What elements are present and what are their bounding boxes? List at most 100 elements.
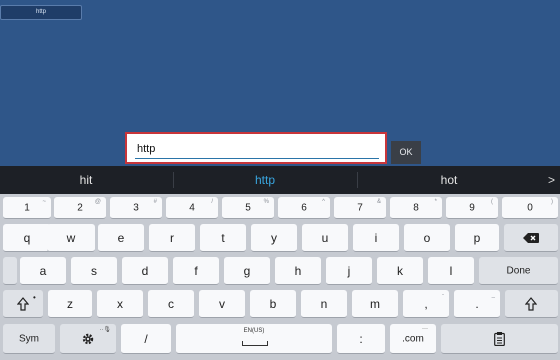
dotcom-key[interactable]: .com ···	[390, 324, 436, 354]
key-g[interactable]: g	[224, 257, 270, 285]
key-2[interactable]: 2 @	[54, 197, 106, 219]
key-e[interactable]: e	[98, 224, 144, 252]
key-label: k	[397, 263, 403, 278]
key-sublabel: &	[376, 199, 381, 205]
key-1[interactable]: 1 ~	[3, 197, 51, 219]
slash-key[interactable]: /	[121, 324, 171, 354]
key-sublabel: ~	[42, 199, 46, 205]
done-button[interactable]: Done	[479, 257, 558, 285]
key-u[interactable]: u	[302, 224, 348, 252]
key-label: q	[23, 230, 31, 245]
key-label: s	[91, 263, 97, 278]
space-locale-label: EN(US)	[243, 328, 265, 334]
key-6[interactable]: 6 ^	[278, 197, 330, 219]
key-sublabel: -	[442, 292, 444, 298]
key-7[interactable]: 7 &	[334, 197, 386, 219]
suggestion-item[interactable]: hit	[0, 166, 172, 194]
key-w[interactable]: w	[47, 224, 95, 252]
key-r[interactable]: r	[149, 224, 195, 252]
key-c[interactable]: c	[148, 290, 194, 318]
shift-key-right[interactable]	[505, 290, 558, 318]
key-i[interactable]: i	[353, 224, 399, 252]
key-f[interactable]: f	[173, 257, 219, 285]
key-sublabel: ^	[322, 199, 325, 205]
key-label: 0	[527, 202, 533, 213]
key-0[interactable]: 0 )	[502, 197, 558, 219]
clipboard-key[interactable]	[441, 324, 558, 354]
settings-key[interactable]: ··🎙	[60, 324, 116, 354]
backspace-icon	[523, 233, 539, 243]
key-label: h	[294, 263, 302, 278]
suggestion-more-icon[interactable]: >	[548, 166, 555, 194]
key-v[interactable]: v	[199, 290, 245, 318]
backspace-key[interactable]	[504, 224, 558, 252]
virtual-keyboard: 1 ~ 2 @ 3 # 4 / 5 % 6 ^ 7 & 8 * 9 ( 0 ) …	[0, 194, 560, 360]
key-comma[interactable]: , -	[403, 290, 449, 318]
suggestion-item-active[interactable]: http	[174, 166, 356, 194]
key-label: 4	[189, 202, 195, 213]
key-s[interactable]: s	[71, 257, 117, 285]
shift-key-left[interactable]: •	[3, 290, 43, 318]
sym-key[interactable]: Sym	[3, 324, 55, 354]
key-label: z	[67, 296, 73, 311]
key-label: :	[359, 331, 363, 346]
sym-label: Sym	[19, 333, 39, 344]
key-a[interactable]: a	[20, 257, 66, 285]
done-label: Done	[506, 265, 531, 276]
key-label: t	[221, 230, 225, 245]
key-sublabel: %	[263, 199, 269, 205]
key-8[interactable]: 8 *	[390, 197, 442, 219]
key-label: ,	[424, 296, 428, 311]
key-y[interactable]: y	[251, 224, 297, 252]
key-4[interactable]: 4 /	[166, 197, 218, 219]
key-label: y	[271, 230, 277, 245]
suggestion-item[interactable]: hot	[358, 166, 540, 194]
key-label: e	[117, 230, 125, 245]
url-bar[interactable]: http	[0, 5, 82, 20]
key-label: g	[243, 263, 251, 278]
key-label: /	[144, 331, 148, 346]
space-key[interactable]: EN(US)	[176, 324, 332, 354]
key-b[interactable]: b	[250, 290, 296, 318]
key-3[interactable]: 3 #	[110, 197, 162, 219]
shift-dot-icon: •	[33, 293, 36, 302]
key-label: v	[219, 296, 225, 311]
key-sublabel: ···	[422, 326, 428, 332]
key-label: j	[347, 263, 351, 278]
key-label: .	[475, 296, 479, 311]
key-period[interactable]: . _	[454, 290, 500, 318]
key-sublabel: #	[153, 199, 157, 205]
url-input[interactable]	[135, 139, 379, 159]
colon-key[interactable]: :	[337, 324, 385, 354]
key-5[interactable]: 5 %	[222, 197, 274, 219]
key-q[interactable]: q	[3, 224, 51, 252]
key-d[interactable]: d	[122, 257, 168, 285]
key-t[interactable]: t	[200, 224, 246, 252]
key-o[interactable]: o	[404, 224, 450, 252]
key-label: f	[194, 263, 198, 278]
key-label: m	[370, 296, 380, 311]
key-z[interactable]: z	[48, 290, 92, 318]
key-label: c	[168, 296, 174, 311]
key-label: r	[170, 230, 174, 245]
key-label: w	[66, 230, 76, 245]
key-n[interactable]: n	[301, 290, 347, 318]
key-j[interactable]: j	[326, 257, 372, 285]
key-sublabel: *	[434, 199, 437, 205]
ok-button[interactable]: OK	[391, 141, 421, 164]
key-label: l	[449, 263, 453, 278]
key-k[interactable]: k	[377, 257, 423, 285]
key-l[interactable]: l	[428, 257, 474, 285]
key-label: .com	[402, 333, 424, 344]
key-label: o	[423, 230, 431, 245]
key-label: n	[320, 296, 328, 311]
suggestion-bar: hit http hot >	[0, 166, 560, 194]
clipboard-icon	[494, 332, 505, 346]
key-9[interactable]: 9 (	[446, 197, 498, 219]
key-h[interactable]: h	[275, 257, 321, 285]
key-label: p	[473, 230, 481, 245]
key-p[interactable]: p	[455, 224, 499, 252]
key-spacer-left	[3, 257, 17, 285]
key-m[interactable]: m	[352, 290, 398, 318]
key-x[interactable]: x	[97, 290, 143, 318]
